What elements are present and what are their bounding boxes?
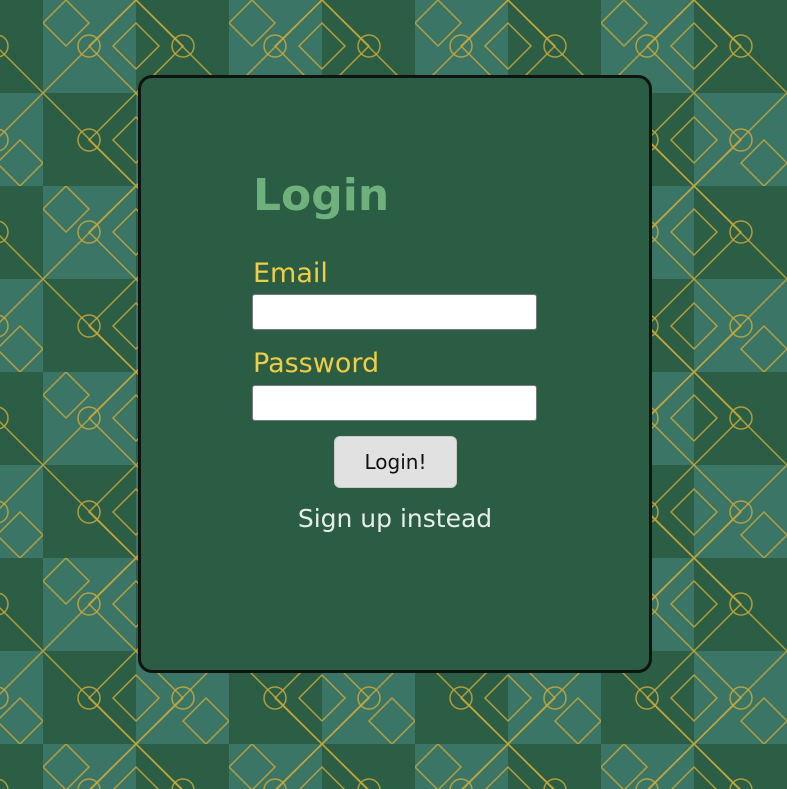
email-label: Email bbox=[253, 258, 328, 289]
password-field[interactable] bbox=[252, 385, 537, 421]
login-card: Login Email Password Login! Sign up inst… bbox=[138, 75, 652, 673]
login-button[interactable]: Login! bbox=[334, 436, 457, 488]
password-label: Password bbox=[253, 348, 380, 379]
email-field[interactable] bbox=[252, 294, 537, 330]
signup-link[interactable]: Sign up instead bbox=[141, 506, 649, 531]
page-title: Login bbox=[253, 170, 390, 221]
